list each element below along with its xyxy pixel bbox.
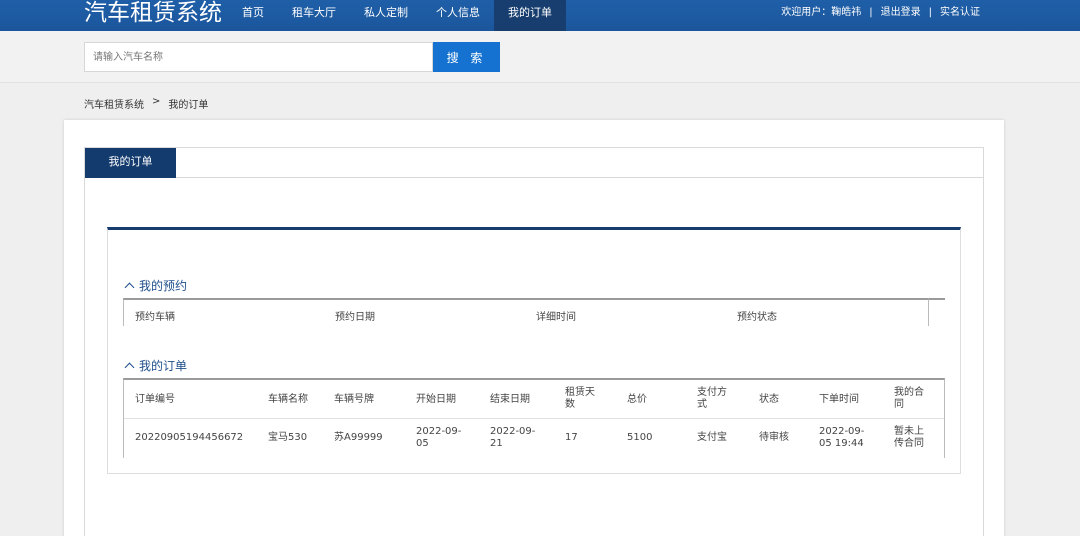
column-header: 预约车辆 [135, 312, 175, 323]
site-logo[interactable]: 汽车租赁系统 [84, 0, 222, 31]
cell-end-date: 2022-09-21 [490, 426, 536, 449]
orders-panel: 我的预约 预约车辆 预约日期 详细时间 预约状态 我的订单 订单编号 车辆名称 … [107, 227, 961, 474]
reservations-table: 预约车辆 预约日期 详细时间 预约状态 [123, 298, 929, 326]
top-navbar: 汽车租赁系统 首页 租车大厅 私人定制 个人信息 我的订单 欢迎用户：鞠皓祎 |… [0, 0, 1080, 31]
breadcrumb: 汽车租赁系统 > 我的订单 [84, 96, 208, 111]
verify-link[interactable]: 实名认证 [936, 0, 984, 31]
column-header: 车辆号牌 [334, 394, 374, 405]
cell-total: 5100 [627, 432, 653, 443]
welcome-text: 欢迎用户：鞠皓祎 [781, 7, 862, 18]
search-button[interactable]: 搜 索 [433, 42, 500, 72]
column-header: 结束日期 [490, 394, 530, 405]
column-header: 车辆名称 [268, 394, 308, 405]
cell-order-time: 2022-09-05 19:44 [819, 426, 865, 449]
cell-start-date: 2022-09-05 [416, 426, 462, 449]
cell-plate: 苏A99999 [334, 432, 383, 443]
column-header: 租赁天数 [565, 387, 595, 410]
nav-custom[interactable]: 私人定制 [350, 0, 422, 31]
tab-bar: 我的订单 [84, 147, 984, 178]
cell-payment: 支付宝 [697, 432, 727, 443]
nav-profile[interactable]: 个人信息 [422, 0, 494, 31]
orders-title[interactable]: 我的订单 [124, 357, 188, 374]
breadcrumb-separator: > [152, 96, 161, 107]
breadcrumb-root[interactable]: 汽车租赁系统 [84, 96, 144, 111]
chevron-up-icon[interactable] [124, 362, 135, 373]
separator: | [869, 7, 873, 18]
cell-contract[interactable]: 暂未上传合同 [894, 426, 928, 450]
column-header: 状态 [759, 394, 779, 405]
reservations-title[interactable]: 我的预约 [124, 277, 188, 294]
search-band: 搜 索 [0, 31, 1080, 83]
column-header: 详细时间 [536, 312, 576, 323]
tab-my-orders[interactable]: 我的订单 [85, 148, 176, 178]
column-header: 开始日期 [416, 394, 456, 405]
column-header: 预约状态 [737, 312, 777, 323]
cell-car-name: 宝马530 [268, 432, 308, 443]
cell-order-id: 20220905194456672 [135, 432, 244, 443]
nav-rental-hall[interactable]: 租车大厅 [278, 0, 350, 31]
cell-days: 17 [565, 432, 578, 443]
column-header: 总价 [627, 394, 647, 405]
column-header: 预约日期 [335, 312, 375, 323]
nav-my-orders[interactable]: 我的订单 [494, 0, 566, 31]
nav-home[interactable]: 首页 [228, 0, 278, 31]
column-header: 支付方式 [697, 387, 727, 410]
reservations-title-text: 我的预约 [139, 279, 188, 293]
search-input[interactable] [84, 42, 433, 72]
column-header: 订单编号 [135, 394, 175, 405]
column-header: 我的合同 [894, 387, 924, 410]
user-area: 欢迎用户：鞠皓祎 | 退出登录 | 实名认证 [777, 0, 984, 31]
main-card: 我的订单 我的预约 预约车辆 预约日期 详细时间 预约状态 我的订单 订单编号 … [64, 120, 1004, 536]
main-nav: 首页 租车大厅 私人定制 个人信息 我的订单 [228, 0, 566, 31]
column-header: 下单时间 [819, 394, 859, 405]
breadcrumb-current: 我的订单 [168, 100, 209, 111]
cell-status: 待审核 [759, 432, 789, 443]
logout-link[interactable]: 退出登录 [877, 0, 925, 31]
chevron-up-icon[interactable] [124, 282, 135, 293]
divider [124, 418, 944, 419]
orders-table: 订单编号 车辆名称 车辆号牌 开始日期 结束日期 租赁天数 总价 支付方式 状态… [123, 378, 945, 458]
separator: | [928, 7, 932, 18]
orders-title-text: 我的订单 [139, 359, 188, 373]
